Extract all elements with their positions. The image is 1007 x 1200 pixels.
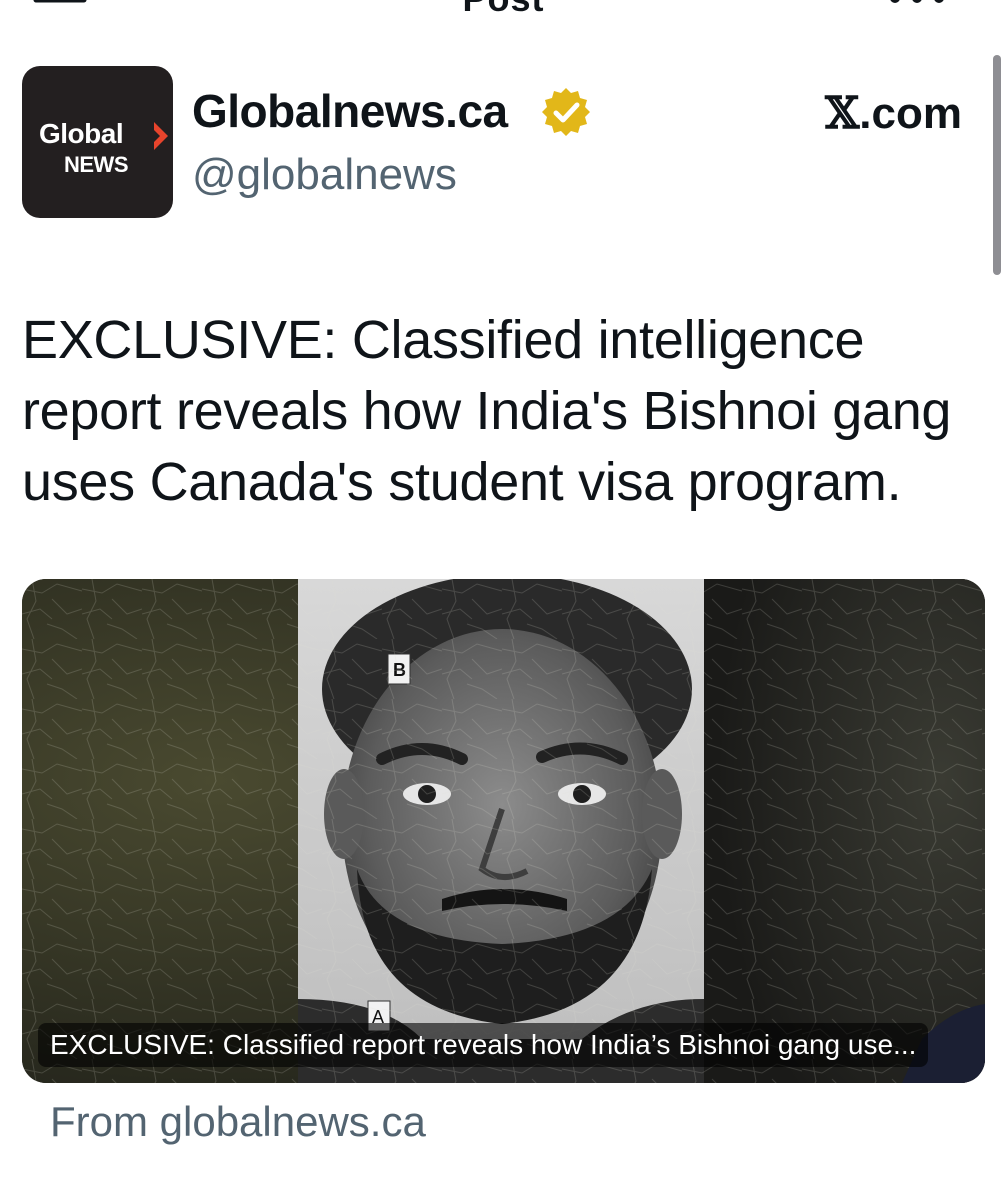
post-text: EXCLUSIVE: Classified intelligence repor… — [22, 310, 952, 512]
verified-gold-badge-icon[interactable] — [540, 86, 592, 138]
top-nav-bar: Post — [0, 0, 1007, 30]
card-source-link[interactable]: From globalnews.ca — [50, 1098, 426, 1146]
avatar-logo-line1: Global — [39, 118, 124, 149]
nav-title: Post — [0, 0, 1007, 20]
author-handle[interactable]: @globalnews — [192, 150, 457, 200]
more-horizontal-icon[interactable] — [887, 0, 947, 14]
card-caption: EXCLUSIVE: Classified report reveals how… — [38, 1023, 929, 1067]
source-brand-suffix: .com — [859, 89, 962, 138]
card-photo: B A — [22, 579, 985, 1083]
source-brand: 𝕏.com — [825, 88, 962, 139]
global-news-chevron-icon — [154, 122, 168, 150]
x-logo-icon: 𝕏 — [825, 88, 860, 139]
scrollbar[interactable] — [993, 55, 1001, 275]
avatar-logo-line2: NEWS — [64, 152, 129, 177]
author-display-name[interactable]: Globalnews.ca — [192, 84, 508, 138]
post-page: Post Global NEWS Globalnews.ca @globalne… — [0, 0, 1007, 1200]
link-card[interactable]: B A EXCLUSIVE: Classified report reveals… — [22, 579, 985, 1083]
avatar[interactable]: Global NEWS — [22, 66, 173, 218]
